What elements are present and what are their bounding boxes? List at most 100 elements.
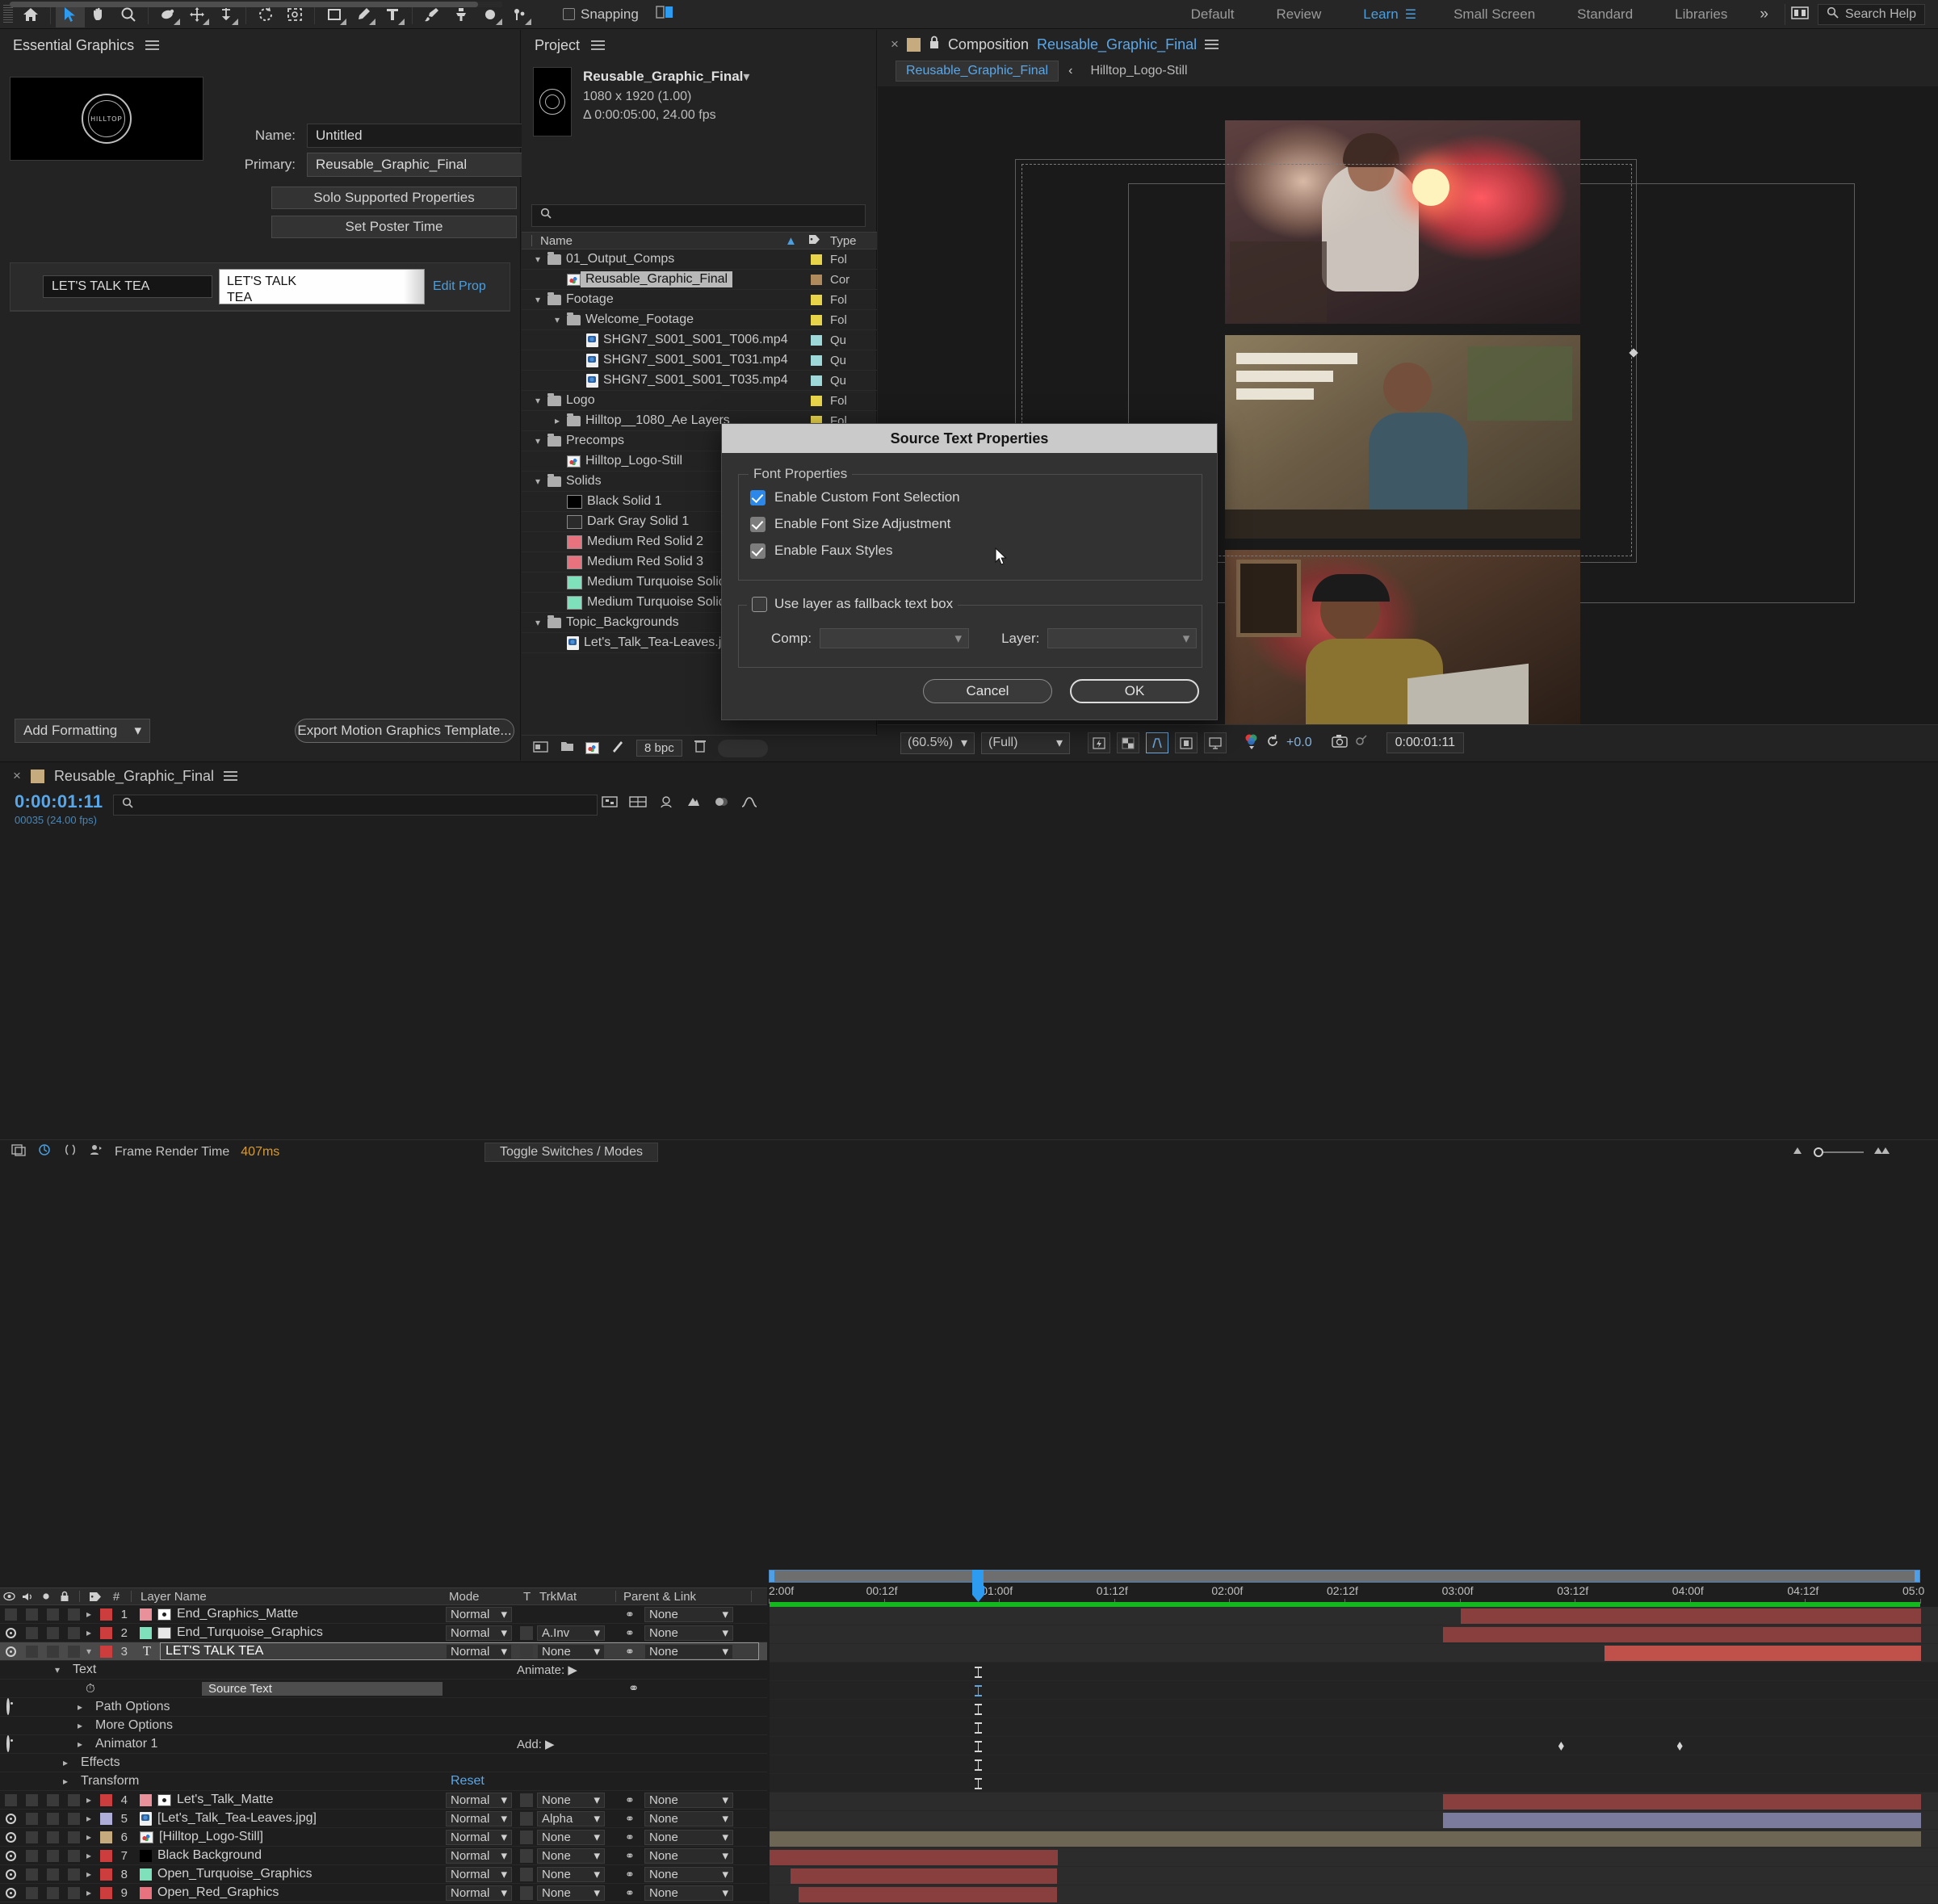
keyframe-marker[interactable] (1558, 1742, 1564, 1751)
column-header-layer-name[interactable]: Layer Name (136, 1590, 207, 1604)
solo-toggle[interactable] (42, 1865, 63, 1884)
enable-font-size-adjustment-row[interactable]: Enable Font Size Adjustment (750, 516, 1202, 532)
keyframe-navigator[interactable] (975, 1759, 982, 1771)
parent-pickwhip-icon[interactable]: ⚭ (625, 1849, 635, 1863)
timeline-track-row[interactable] (770, 1644, 1938, 1663)
lock-toggle[interactable] (63, 1828, 84, 1847)
layer-duration-bar[interactable] (1460, 1608, 1921, 1624)
layer-label-color[interactable] (100, 1608, 112, 1621)
layer-twirl-icon[interactable]: ▸ (84, 1794, 94, 1805)
parent-link-select[interactable]: None ▾ (644, 1847, 733, 1864)
audio-toggle[interactable] (21, 1624, 42, 1642)
track-matte-select[interactable]: None ▾ (537, 1643, 605, 1659)
ok-button[interactable]: OK (1070, 679, 1199, 703)
video-toggle[interactable] (0, 1865, 21, 1884)
solo-toggle[interactable] (42, 1624, 63, 1642)
comp-select[interactable]: ▾ (820, 628, 970, 648)
video-toggle[interactable] (0, 1847, 21, 1865)
layer-duration-bar[interactable] (770, 1850, 1058, 1865)
timeline-track-row[interactable] (770, 1885, 1938, 1904)
keyframe-navigator[interactable] (975, 1685, 982, 1696)
preserve-transparency-toggle[interactable] (520, 1644, 533, 1659)
solo-toggle[interactable] (42, 1828, 63, 1847)
timeline-track-row[interactable] (770, 1625, 1938, 1644)
track-matte-select[interactable]: None ▾ (537, 1866, 605, 1882)
column-header-number[interactable]: # (106, 1590, 127, 1604)
layer-row[interactable]: ▸ 8 Open_Turquoise_Graphics Normal ▾ None ▾ ⚭ No… (0, 1865, 767, 1884)
preserve-transparency-toggle[interactable] (520, 1848, 533, 1863)
property-row[interactable]: ▸ Effects (0, 1754, 767, 1772)
preserve-transparency-toggle[interactable] (520, 1830, 533, 1844)
work-area-bar[interactable] (769, 1570, 1920, 1583)
layer-label-color[interactable] (100, 1831, 112, 1843)
layer-twirl-icon[interactable]: ▾ (84, 1646, 94, 1657)
work-area-end-handle[interactable] (1915, 1571, 1919, 1582)
parent-pickwhip-icon[interactable]: ⚭ (625, 1831, 635, 1844)
parent-link-select[interactable]: None ▾ (644, 1792, 733, 1808)
property-track-row[interactable] (770, 1681, 1938, 1700)
layer-mode-select[interactable]: Normal ▾ (446, 1625, 512, 1641)
layer-duration-bar[interactable] (1604, 1646, 1921, 1661)
use-layer-as-fallback-checkbox[interactable] (752, 596, 767, 612)
keyframe-navigator[interactable] (975, 1667, 982, 1678)
property-twirl-icon[interactable]: ▸ (63, 1757, 68, 1768)
timeline-track-row[interactable] (770, 1848, 1938, 1867)
layer-mode-select[interactable]: Normal ▾ (446, 1885, 512, 1901)
enable-custom-font-selection-row[interactable]: Enable Custom Font Selection (750, 489, 1202, 505)
layer-mode-select[interactable]: Normal ▾ (446, 1792, 512, 1808)
timeline-track-row[interactable] (770, 1607, 1938, 1625)
audio-toggle[interactable] (21, 1791, 42, 1810)
layer-twirl-icon[interactable]: ▸ (84, 1850, 94, 1861)
layer-label-color[interactable] (100, 1645, 112, 1658)
layer-label-color[interactable] (100, 1868, 112, 1881)
parent-pickwhip-icon[interactable]: ⚭ (625, 1812, 635, 1826)
lock-toggle[interactable] (63, 1624, 84, 1642)
audio-toggle[interactable] (21, 1828, 42, 1847)
layer-twirl-icon[interactable]: ▸ (84, 1887, 94, 1898)
layer-duration-bar[interactable] (1443, 1813, 1921, 1828)
property-track-row[interactable] (770, 1774, 1938, 1793)
solo-toggle[interactable] (42, 1847, 63, 1865)
layer-select[interactable]: ▾ (1047, 628, 1198, 648)
keyframe-navigator[interactable] (975, 1778, 982, 1789)
layer-row[interactable]: ▸ 7 Black Background Normal ▾ None ▾ ⚭ None ▾ (0, 1847, 767, 1865)
property-row[interactable]: ▸ Path Options (0, 1698, 767, 1717)
audio-toggle[interactable] (21, 1605, 42, 1624)
column-header-mode[interactable]: Mode (449, 1590, 480, 1604)
eye-icon[interactable] (6, 1698, 10, 1715)
keyframe-marker[interactable] (1676, 1742, 1683, 1751)
layer-mode-select[interactable]: Normal ▾ (446, 1866, 512, 1882)
parent-pickwhip-icon[interactable]: ⚭ (625, 1626, 635, 1640)
video-toggle[interactable] (0, 1605, 21, 1624)
layer-row[interactable]: ▸ 1 End_Graphics_Matte Normal ▾ ⚭ None ▾ (0, 1605, 767, 1624)
track-matte-select[interactable]: None ▾ (537, 1885, 605, 1901)
layer-row[interactable]: ▸ 9 Open_Red_Graphics Normal ▾ None ▾ ⚭ None ▾ (0, 1884, 767, 1902)
property-twirl-icon[interactable]: ▸ (78, 1701, 82, 1713)
parent-link-select[interactable]: None ▾ (644, 1625, 733, 1641)
track-matte-select[interactable]: None ▾ (537, 1829, 605, 1845)
lock-toggle[interactable] (63, 1642, 84, 1661)
lock-toggle[interactable] (63, 1605, 84, 1624)
layer-twirl-icon[interactable]: ▸ (84, 1813, 94, 1824)
layer-twirl-icon[interactable]: ▸ (84, 1831, 94, 1843)
enable-custom-font-selection-checkbox[interactable] (750, 489, 766, 505)
video-toggle[interactable] (0, 1828, 21, 1847)
audio-toggle[interactable] (21, 1884, 42, 1902)
video-toggle[interactable] (0, 1884, 21, 1902)
parent-link-select[interactable]: None ▾ (644, 1866, 733, 1882)
solo-toggle[interactable] (42, 1605, 63, 1624)
layer-mode-select[interactable]: Normal ▾ (446, 1847, 512, 1864)
property-track-row[interactable] (770, 1755, 1938, 1774)
property-twirl-icon[interactable]: ▸ (63, 1776, 68, 1787)
animate-menu[interactable]: Animate: ▶ (517, 1663, 577, 1677)
layer-label-color[interactable] (100, 1849, 112, 1862)
layer-mode-select[interactable]: Normal ▾ (446, 1606, 512, 1622)
parent-link-select[interactable]: None ▾ (644, 1606, 733, 1622)
property-row[interactable]: ▸ Animator 1 Add: ▶ (0, 1735, 767, 1754)
preserve-transparency-toggle[interactable] (520, 1885, 533, 1900)
track-matte-select[interactable]: None ▾ (537, 1792, 605, 1808)
video-toggle[interactable] (0, 1624, 21, 1642)
stopwatch-icon[interactable]: ⏱ (86, 1682, 95, 1696)
enable-faux-styles-checkbox[interactable] (750, 543, 766, 559)
layer-mode-select[interactable]: Normal ▾ (446, 1810, 512, 1826)
